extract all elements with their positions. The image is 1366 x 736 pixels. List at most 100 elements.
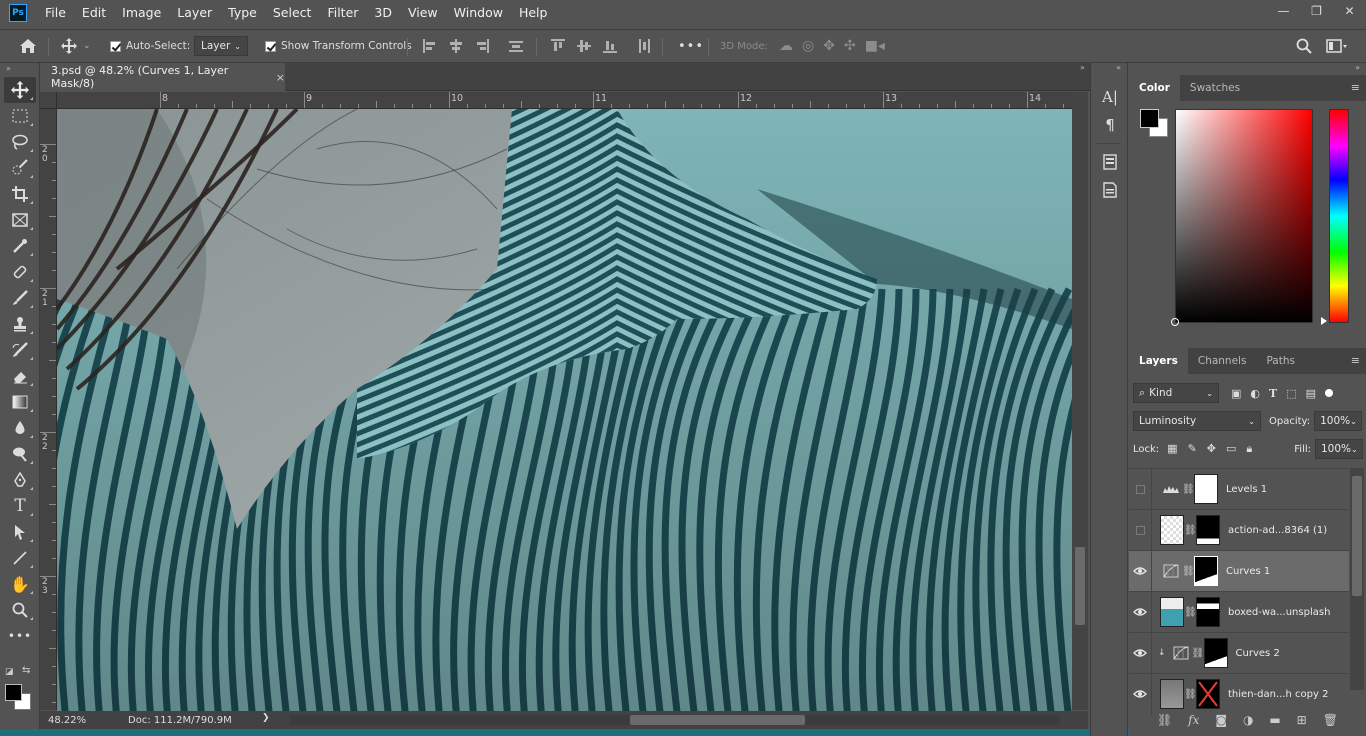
mask-link-icon[interactable]: ⛓ xyxy=(1182,566,1195,577)
clone-stamp-tool[interactable] xyxy=(4,311,36,337)
collapse-panels-icon[interactable]: » xyxy=(1129,63,1366,75)
menu-image[interactable]: Image xyxy=(114,0,169,26)
menu-file[interactable]: File xyxy=(37,0,74,26)
status-menu-arrow[interactable]: ❯ xyxy=(262,713,270,723)
fx-icon[interactable]: fx xyxy=(1188,713,1199,727)
menu-help[interactable]: Help xyxy=(511,0,556,26)
properties-icon[interactable] xyxy=(1091,148,1129,176)
type-tool[interactable]: T xyxy=(4,493,36,519)
filter-toggle-icon[interactable] xyxy=(1325,389,1334,397)
opacity-input[interactable]: 100% ⌄ xyxy=(1314,411,1363,431)
menu-select[interactable]: Select xyxy=(265,0,320,26)
visibility-off-icon[interactable] xyxy=(1129,484,1151,494)
line-tool[interactable] xyxy=(4,545,36,571)
layer-mask-thumbnail[interactable] xyxy=(1194,474,1218,504)
swap-colors-icon[interactable]: ⇆ xyxy=(22,665,30,676)
visibility-off-icon[interactable] xyxy=(1129,525,1151,535)
filter-type-icon[interactable]: T xyxy=(1269,387,1277,400)
menu-layer[interactable]: Layer xyxy=(169,0,220,26)
menu-filter[interactable]: Filter xyxy=(319,0,366,26)
layer-row[interactable]: ↓ ⛓ Curves 2 xyxy=(1129,632,1349,674)
menu-edit[interactable]: Edit xyxy=(74,0,114,26)
align-left-icon[interactable] xyxy=(423,39,437,53)
filter-adjustment-icon[interactable]: ◐ xyxy=(1250,387,1260,400)
frame-tool[interactable] xyxy=(4,207,36,233)
color-foreground-swatch[interactable] xyxy=(1140,109,1159,128)
zoom-tool[interactable] xyxy=(4,597,36,623)
distribute-icon[interactable] xyxy=(509,39,523,53)
layer-mask-thumbnail[interactable] xyxy=(1196,515,1220,545)
layer-mask-thumbnail[interactable] xyxy=(1196,597,1220,627)
lock-position-icon[interactable]: ✥ xyxy=(1207,442,1216,456)
menu-3d[interactable]: 3D xyxy=(366,0,400,26)
color-field[interactable] xyxy=(1175,109,1313,323)
align-bottom-icon[interactable] xyxy=(603,39,617,53)
layer-row[interactable]: ⛓ Levels 1 xyxy=(1129,468,1349,510)
fill-input[interactable]: 100% ⌄ xyxy=(1315,439,1363,459)
more-options-button[interactable]: ••• xyxy=(678,30,704,62)
layer-filter-dropdown[interactable]: ⌕ Kind ⌄ xyxy=(1133,383,1219,403)
layer-mask-thumbnail[interactable] xyxy=(1196,679,1220,709)
minimize-button[interactable]: — xyxy=(1267,0,1300,22)
eraser-tool[interactable] xyxy=(4,363,36,389)
move-tool[interactable] xyxy=(4,77,36,103)
mask-link-icon[interactable]: ⛓ xyxy=(1184,689,1197,700)
layer-row[interactable]: ⛓ action-ad...8364 (1) xyxy=(1129,509,1349,551)
marquee-tool[interactable] xyxy=(4,103,36,129)
gradient-tool[interactable] xyxy=(4,389,36,415)
mask-link-icon[interactable]: ⛓ xyxy=(1182,484,1195,495)
vertical-scrollbar[interactable] xyxy=(1072,92,1088,710)
horizontal-scrollbar[interactable] xyxy=(290,715,1060,725)
workspace-icon[interactable] xyxy=(1326,30,1348,62)
hue-slider-handle[interactable] xyxy=(1321,317,1327,325)
auto-select-checkbox[interactable] xyxy=(110,40,121,52)
libraries-icon[interactable] xyxy=(1091,176,1129,204)
link-icon[interactable]: ⛓ xyxy=(1157,713,1172,727)
auto-select-target-dropdown[interactable]: Layer ⌄ xyxy=(194,36,248,56)
visibility-eye-icon[interactable] xyxy=(1129,648,1151,658)
menu-type[interactable]: Type xyxy=(220,0,265,26)
mask-link-icon[interactable]: ⛓ xyxy=(1192,648,1205,659)
layers-panel-menu-icon[interactable]: ≡ xyxy=(1351,354,1360,367)
character-icon[interactable]: A| xyxy=(1091,83,1129,111)
quick-selection-tool[interactable] xyxy=(4,155,36,181)
collapse-toolbar-icon[interactable]: » xyxy=(0,63,39,77)
slide-3d-icon[interactable]: ✣ xyxy=(844,38,856,54)
zoom-level[interactable]: 48.22% xyxy=(48,715,108,726)
document-tab[interactable]: 3.psd @ 48.2% (Curves 1, Layer Mask/8) × xyxy=(40,63,285,91)
tab-color[interactable]: Color xyxy=(1129,75,1180,101)
visibility-eye-icon[interactable] xyxy=(1129,689,1151,699)
visibility-eye-icon[interactable] xyxy=(1129,566,1151,576)
lock-image-icon[interactable]: ✎ xyxy=(1188,442,1197,456)
tab-swatches[interactable]: Swatches xyxy=(1180,75,1250,101)
new-layer-icon[interactable]: ⊞ xyxy=(1297,713,1307,727)
move-tool-preset-icon[interactable]: ⌄ xyxy=(61,30,91,62)
history-brush-tool[interactable] xyxy=(4,337,36,363)
mask-link-icon[interactable]: ⛓ xyxy=(1184,525,1197,536)
search-icon[interactable] xyxy=(1296,30,1312,62)
collapse-right-icon[interactable]: » xyxy=(1080,63,1085,72)
lock-all-icon[interactable]: 🔒︎ xyxy=(1246,442,1252,456)
eyedropper-tool[interactable] xyxy=(4,233,36,259)
close-window-button[interactable]: ✕ xyxy=(1333,0,1366,22)
trash-icon[interactable]: 🗑︎ xyxy=(1323,713,1338,727)
path-selection-tool[interactable] xyxy=(4,519,36,545)
default-colors-icon[interactable]: ◪ xyxy=(5,667,14,677)
spot-healing-tool[interactable] xyxy=(4,259,36,285)
panel-menu-icon[interactable]: ≡ xyxy=(1351,81,1360,94)
filter-shape-icon[interactable]: ⬚ xyxy=(1286,387,1296,400)
lasso-tool[interactable] xyxy=(4,129,36,155)
blend-mode-dropdown[interactable]: Luminosity ⌄ xyxy=(1133,411,1261,431)
hand-tool[interactable]: ✋ xyxy=(4,571,36,597)
menu-window[interactable]: Window xyxy=(446,0,511,26)
filter-pixel-icon[interactable]: ▣ xyxy=(1231,387,1241,400)
expand-panels-icon[interactable]: « xyxy=(1091,63,1127,75)
align-top-icon[interactable] xyxy=(551,39,565,53)
layer-mask-thumbnail[interactable] xyxy=(1194,556,1218,586)
hue-slider[interactable] xyxy=(1329,109,1349,323)
layers-scrollbar[interactable] xyxy=(1350,468,1364,690)
visibility-eye-icon[interactable] xyxy=(1129,607,1151,617)
roll-3d-icon[interactable]: ◎ xyxy=(802,38,814,54)
home-icon[interactable] xyxy=(19,30,37,62)
mask-icon[interactable]: ◙ xyxy=(1215,713,1227,727)
